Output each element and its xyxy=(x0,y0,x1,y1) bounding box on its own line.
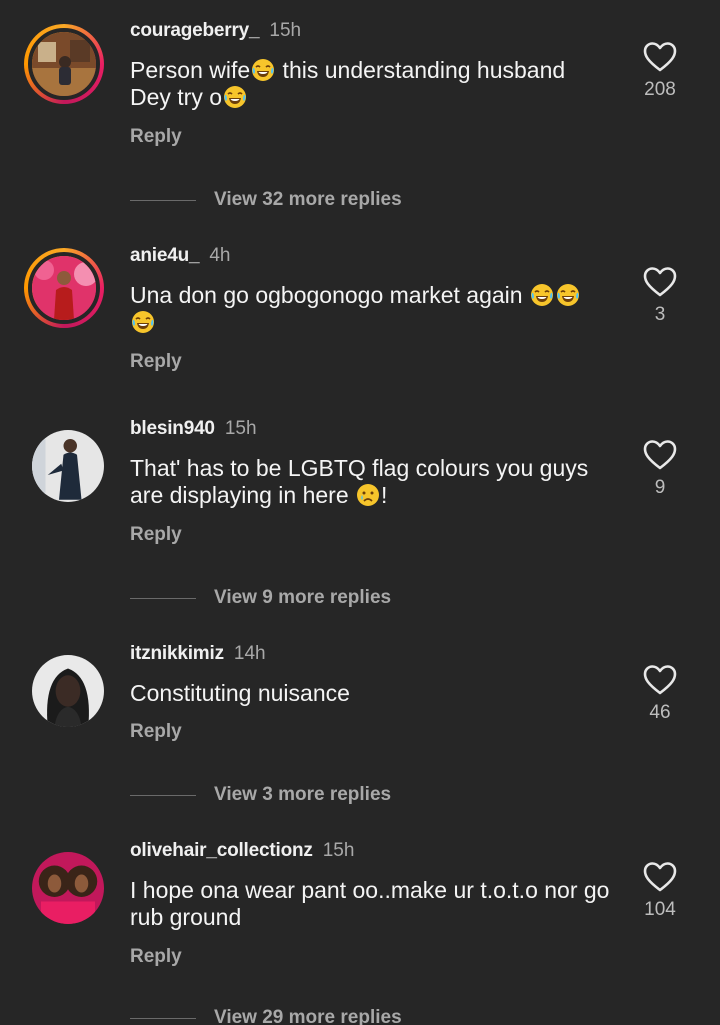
comment-time: 4h xyxy=(209,245,231,266)
reply-button[interactable]: Reply xyxy=(130,721,182,743)
view-more-replies-button[interactable]: View 3 more replies xyxy=(130,783,391,807)
avatar-photo xyxy=(32,256,96,320)
avatar[interactable] xyxy=(32,430,104,502)
tears-of-joy-emoji xyxy=(131,310,155,334)
tears-of-joy-emoji xyxy=(223,85,247,109)
heart-outline-icon[interactable] xyxy=(643,266,677,298)
reply-button[interactable]: Reply xyxy=(130,946,182,968)
crying-face-emoji xyxy=(356,483,380,507)
comment-text: I hope ona wear pant oo..make ur t.o.t.o… xyxy=(130,877,610,930)
tears-of-joy-emoji xyxy=(530,283,554,307)
avatar-photo xyxy=(32,852,104,924)
tears-of-joy-emoji xyxy=(251,58,275,82)
like-count: 208 xyxy=(644,79,676,100)
avatar-photo xyxy=(32,32,96,96)
comment-time: 14h xyxy=(233,643,266,664)
like-button[interactable]: 208 xyxy=(638,41,682,101)
like-count: 104 xyxy=(644,899,676,920)
heart-outline-icon[interactable] xyxy=(643,439,677,471)
view-more-replies-button[interactable]: View 29 more replies xyxy=(130,1006,402,1025)
heart-outline-icon[interactable] xyxy=(643,41,677,73)
divider-line xyxy=(130,1017,196,1019)
avatar[interactable] xyxy=(24,248,104,328)
tears-of-joy-emoji xyxy=(556,283,580,307)
comment-username[interactable]: olivehair_collectionz xyxy=(130,840,313,861)
heart-outline-icon[interactable] xyxy=(643,664,677,696)
comment-text: Person wife this understanding husband D… xyxy=(130,57,566,110)
like-count: 3 xyxy=(654,304,666,325)
divider-line xyxy=(130,199,196,201)
comment-text: Constituting nuisance xyxy=(130,680,350,706)
reply-button[interactable]: Reply xyxy=(130,524,182,546)
comment-username[interactable]: anie4u_ xyxy=(130,245,200,266)
heart-outline-icon[interactable] xyxy=(643,861,677,893)
comment-username[interactable]: courageberry_ xyxy=(130,20,260,41)
like-button[interactable]: 9 xyxy=(638,439,682,499)
like-count: 46 xyxy=(649,702,671,723)
like-button[interactable]: 46 xyxy=(638,664,682,724)
comment-text: Una don go ogbogonogo market again xyxy=(130,282,610,336)
divider-line xyxy=(130,794,196,796)
avatar[interactable] xyxy=(32,852,104,924)
avatar-photo xyxy=(32,430,104,502)
comment-time: 15h xyxy=(322,840,355,861)
avatar-photo xyxy=(32,655,104,727)
comment-time: 15h xyxy=(269,20,302,41)
view-more-replies-button[interactable]: View 32 more replies xyxy=(130,188,402,212)
like-count: 9 xyxy=(654,477,666,498)
reply-button[interactable]: Reply xyxy=(130,126,182,148)
divider-line xyxy=(130,597,196,599)
avatar[interactable] xyxy=(24,24,104,104)
avatar[interactable] xyxy=(32,655,104,727)
view-more-replies-button[interactable]: View 9 more replies xyxy=(130,586,391,610)
like-button[interactable]: 104 xyxy=(638,861,682,921)
reply-button[interactable]: Reply xyxy=(130,351,182,373)
comment-username[interactable]: blesin940 xyxy=(130,418,215,439)
comment-time: 15h xyxy=(224,418,257,439)
like-button[interactable]: 3 xyxy=(638,266,682,326)
comment-text: That' has to be LGBTQ flag colours you g… xyxy=(130,455,589,508)
comment-username[interactable]: itznikkimiz xyxy=(130,643,224,664)
